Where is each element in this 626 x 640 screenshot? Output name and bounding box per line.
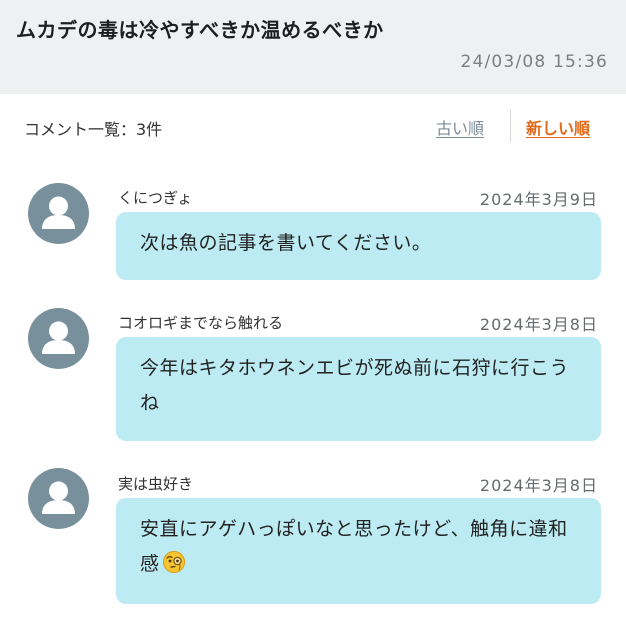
user-avatar-icon (28, 468, 89, 529)
comment-date: 2024年3月8日 (479, 476, 598, 495)
user-avatar-icon (28, 308, 89, 369)
article-datetime: 24/03/08 15:36 (460, 52, 608, 72)
face-with-monocle-icon (162, 550, 186, 574)
comment-date: 2024年3月8日 (479, 315, 598, 334)
comment-bubble: 安直にアゲハっぽいなと思ったけど、触角に違和感 (116, 498, 601, 604)
comment-author: コオロギまでなら触れる (118, 314, 284, 332)
comment-count: コメント一覧：3件 (24, 120, 163, 139)
article-header: ムカデの毒は冷やすべきか温めるべきか 24/03/08 15:36 (0, 0, 626, 94)
comment-bubble: 次は魚の記事を書いてください。 (116, 212, 601, 280)
comment-text: 今年はキタホウネンエビが死ぬ前に石狩に行こうね (140, 357, 570, 414)
article-title: ムカデの毒は冷やすべきか温めるべきか (16, 18, 384, 42)
comment-author: 実は虫好き (118, 475, 194, 493)
comment-bubble: 今年はキタホウネンエビが死ぬ前に石狩に行こうね (116, 337, 601, 441)
sort-divider (510, 110, 511, 142)
comment-author: くにつぎょ (118, 189, 193, 207)
comment-date: 2024年3月9日 (479, 190, 598, 209)
comment-text: 次は魚の記事を書いてください。 (140, 232, 432, 254)
comment-text: 安直にアゲハっぽいなと思ったけど、触角に違和感 (140, 518, 568, 575)
sort-newest-link[interactable]: 新しい順 (526, 115, 590, 139)
user-avatar-icon (28, 183, 89, 244)
comments-toolbar: コメント一覧：3件 古い順 新しい順 (0, 94, 626, 158)
sort-oldest-link[interactable]: 古い順 (436, 115, 484, 139)
